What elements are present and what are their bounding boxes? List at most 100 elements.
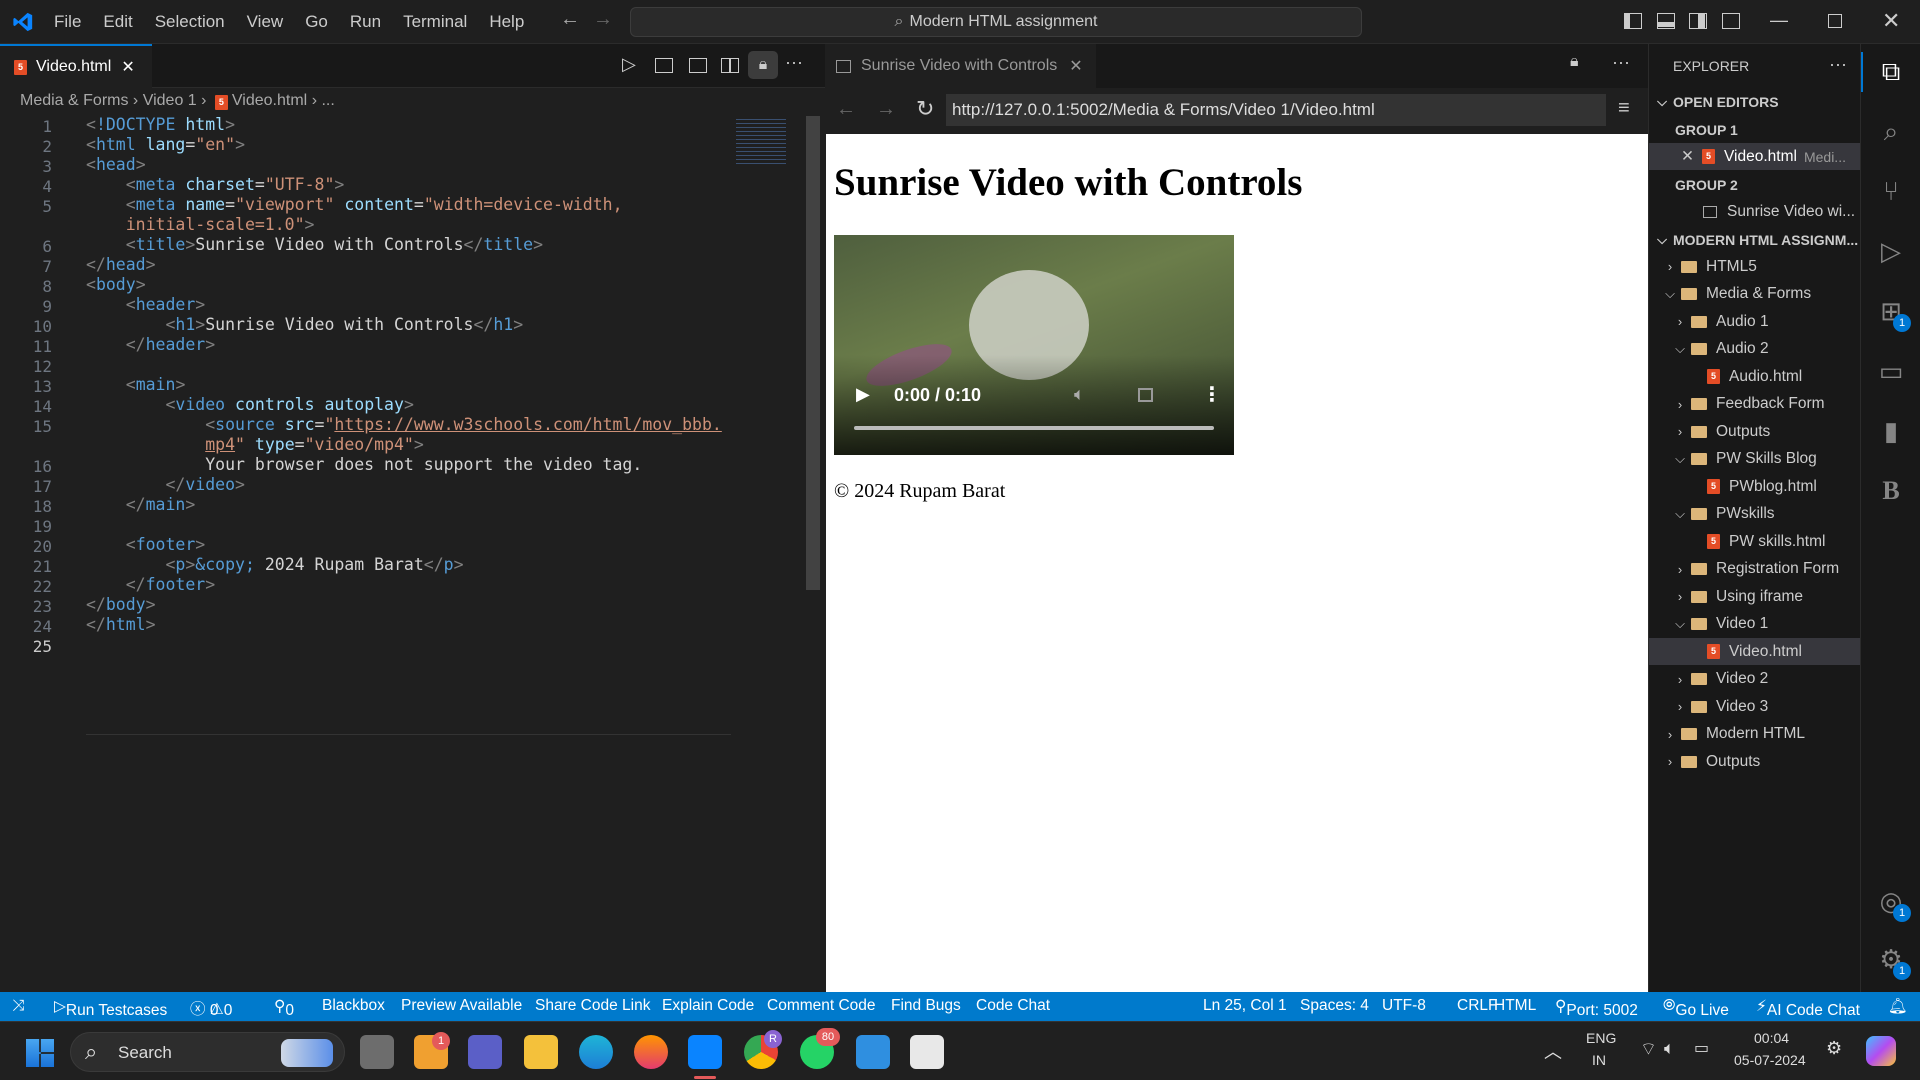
- project-header[interactable]: ⌵ MODERN HTML ASSIGNM...: [1649, 226, 1861, 253]
- menu-selection[interactable]: Selection: [155, 12, 225, 32]
- more-actions-icon[interactable]: ···: [1612, 52, 1630, 73]
- toggle-panel-icon[interactable]: [1657, 13, 1675, 29]
- file-explorer-icon[interactable]: [524, 1035, 558, 1069]
- tree-file[interactable]: 5 Video.html: [1649, 638, 1861, 665]
- breadcrumb-folder[interactable]: Media & Forms: [20, 92, 128, 109]
- tree-folder[interactable]: ⌵ PWskills: [1649, 501, 1861, 528]
- teams-icon[interactable]: [468, 1035, 502, 1069]
- open-preview-icon[interactable]: [655, 58, 673, 73]
- clock-date[interactable]: 05-07-2024: [1734, 1052, 1806, 1068]
- vscode-logo-icon[interactable]: [12, 11, 34, 33]
- status-blackbox[interactable]: Blackbox: [322, 997, 385, 1015]
- encoding[interactable]: UTF-8: [1382, 997, 1426, 1015]
- explorer-icon[interactable]: ⧉: [1876, 56, 1906, 86]
- reload-icon[interactable]: ↻: [916, 96, 934, 122]
- source-control-icon[interactable]: ⑂: [1876, 176, 1906, 206]
- video-progress-bar[interactable]: [854, 426, 1214, 430]
- status-explain-code[interactable]: Explain Code: [662, 997, 754, 1015]
- menu-go[interactable]: Go: [305, 12, 328, 32]
- open-editors-header[interactable]: ⌵ OPEN EDITORS: [1649, 88, 1861, 115]
- menu-icon[interactable]: ≡: [1618, 97, 1630, 120]
- breadcrumb-subfolder[interactable]: Video 1: [143, 92, 197, 109]
- tree-file[interactable]: 5 Audio.html: [1649, 363, 1861, 390]
- close-window-icon[interactable]: ✕: [1882, 8, 1900, 34]
- run-testcases[interactable]: ▷ Run Testcases: [54, 997, 167, 1019]
- forward-arrow-icon[interactable]: →: [593, 8, 613, 31]
- tree-folder[interactable]: › HTML5: [1649, 253, 1861, 280]
- scrollbar-thumb[interactable]: [806, 116, 820, 590]
- blackbox-icon[interactable]: B: [1876, 476, 1906, 506]
- preview-side-icon[interactable]: [689, 58, 707, 73]
- show-hidden-icons[interactable]: ︿: [1544, 1038, 1562, 1064]
- menu-view[interactable]: View: [247, 12, 284, 32]
- cursor-position[interactable]: Ln 25, Col 1: [1203, 997, 1287, 1015]
- tree-folder[interactable]: › Video 2: [1649, 666, 1861, 693]
- task-view-icon[interactable]: [360, 1035, 394, 1069]
- status-find-bugs[interactable]: Find Bugs: [891, 997, 961, 1015]
- language-mode[interactable]: HTML: [1494, 997, 1536, 1015]
- breadcrumb-symbol[interactable]: ...: [321, 92, 334, 109]
- edge-icon[interactable]: [579, 1035, 613, 1069]
- tree-folder[interactable]: › Outputs: [1649, 748, 1861, 775]
- tree-folder[interactable]: ⌵ PW Skills Blog: [1649, 446, 1861, 473]
- menu-run[interactable]: Run: [350, 12, 381, 32]
- explorer-more-icon[interactable]: ···: [1829, 54, 1847, 75]
- menu-help[interactable]: Help: [489, 12, 524, 32]
- command-center[interactable]: ⌕ Modern HTML assignment: [630, 7, 1362, 37]
- toggle-secondary-sidebar-icon[interactable]: [1689, 13, 1707, 29]
- tree-file[interactable]: 5 PWblog.html: [1649, 473, 1861, 500]
- status-preview-available[interactable]: Preview Available: [401, 997, 522, 1015]
- back-icon[interactable]: ←: [836, 98, 856, 121]
- go-live-button[interactable]: ⦾ Go Live: [1663, 997, 1729, 1019]
- remote-explorer-icon[interactable]: ▭: [1876, 356, 1906, 386]
- clock-time[interactable]: 00:04: [1754, 1030, 1789, 1046]
- tree-folder[interactable]: › Registration Form: [1649, 556, 1861, 583]
- wifi-icon[interactable]: ⌔: [1640, 1038, 1657, 1061]
- vscode-taskbar-icon[interactable]: [688, 1035, 722, 1069]
- run-debug-icon[interactable]: ▷: [1876, 236, 1906, 266]
- line-ending[interactable]: CRLF: [1457, 997, 1497, 1015]
- indentation[interactable]: Spaces: 4: [1300, 997, 1369, 1015]
- ai-code-chat-button[interactable]: ⚡ AI Code Chat: [1756, 997, 1860, 1019]
- close-tab-icon[interactable]: ✕: [121, 57, 134, 77]
- remote-icon[interactable]: ⤨: [12, 997, 24, 1015]
- minimap[interactable]: [736, 116, 786, 166]
- fullscreen-icon[interactable]: [1138, 388, 1153, 402]
- snipping-tool-icon[interactable]: [910, 1035, 944, 1069]
- port-indicator[interactable]: ⚲ Port: 5002: [1555, 997, 1638, 1019]
- tree-folder[interactable]: › Feedback Form: [1649, 391, 1861, 418]
- tree-file[interactable]: 5 PW skills.html: [1649, 528, 1861, 555]
- close-icon[interactable]: ✕: [1681, 147, 1694, 166]
- menu-file[interactable]: File: [54, 12, 81, 32]
- menu-terminal[interactable]: Terminal: [403, 12, 467, 32]
- taskbar-search[interactable]: ⌕ Search: [70, 1032, 345, 1072]
- status-comment-code[interactable]: Comment Code: [767, 997, 876, 1015]
- breadcrumb-file[interactable]: Video.html: [232, 92, 307, 109]
- volume-icon[interactable]: 🔈︎: [1074, 384, 1085, 405]
- more-actions-icon[interactable]: ···: [785, 52, 803, 73]
- tree-folder[interactable]: ⌵ Media & Forms: [1649, 281, 1861, 308]
- run-icon[interactable]: ▷: [622, 54, 636, 75]
- url-input[interactable]: http://127.0.0.1:5002/Media & Forms/Vide…: [946, 94, 1606, 126]
- search-icon[interactable]: ⌕: [1876, 116, 1906, 146]
- open-editor-preview[interactable]: Sunrise Video wi...: [1649, 198, 1861, 225]
- back-arrow-icon[interactable]: ←: [560, 8, 580, 31]
- tab-preview[interactable]: Sunrise Video with Controls ✕: [826, 44, 1096, 88]
- lock-group-icon[interactable]: 🔒︎: [748, 51, 778, 79]
- tree-folder[interactable]: › Audio 1: [1649, 308, 1861, 335]
- lock-icon[interactable]: 🔒︎: [1570, 53, 1579, 71]
- problems-indicator[interactable]: ⓧ 0 ⚠ 0: [190, 997, 232, 1019]
- tree-folder[interactable]: › Outputs: [1649, 418, 1861, 445]
- status-share-code-link[interactable]: Share Code Link: [535, 997, 650, 1015]
- play-icon[interactable]: ▶: [856, 384, 870, 405]
- video-player[interactable]: ▶ 0:00 / 0:10 🔈︎ ⋮: [834, 235, 1234, 455]
- ports-indicator[interactable]: ⚲ 0: [274, 997, 294, 1019]
- focus-assist-icon[interactable]: ⚙: [1826, 1038, 1842, 1059]
- toggle-primary-sidebar-icon[interactable]: [1624, 13, 1642, 29]
- tree-folder[interactable]: › Using iframe: [1649, 583, 1861, 610]
- status-code-chat[interactable]: Code Chat: [976, 997, 1050, 1015]
- start-icon[interactable]: [26, 1039, 54, 1067]
- forward-icon[interactable]: →: [876, 98, 896, 121]
- split-editor-icon[interactable]: [721, 58, 739, 73]
- volume-icon[interactable]: 🔈︎: [1664, 1038, 1675, 1059]
